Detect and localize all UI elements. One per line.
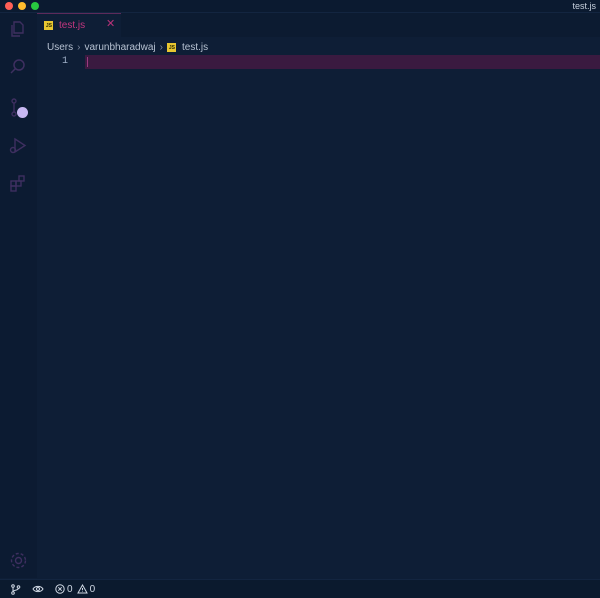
breadcrumb-item-users[interactable]: Users: [47, 42, 73, 53]
current-line-highlight: [85, 55, 600, 69]
explorer-icon[interactable]: [8, 19, 29, 40]
title-bar: test.js: [0, 0, 600, 13]
text-cursor: [87, 57, 88, 67]
editor-area[interactable]: 1: [37, 55, 600, 578]
tab-bar: JS test.js ✕: [37, 13, 600, 37]
chevron-right-icon: ›: [159, 41, 163, 53]
minimize-window-button[interactable]: [18, 2, 26, 10]
error-icon: [55, 584, 65, 594]
tab-label: test.js: [59, 20, 86, 31]
window-title: test.js: [572, 1, 596, 11]
run-debug-icon[interactable]: [8, 135, 29, 156]
extensions-icon[interactable]: [8, 173, 29, 194]
eye-icon: [32, 585, 44, 593]
git-branch-icon: [11, 583, 21, 595]
js-file-icon: JS: [44, 21, 53, 30]
close-tab-icon[interactable]: ✕: [106, 18, 115, 31]
activity-bar: [0, 13, 37, 578]
breadcrumb-item-folder[interactable]: varunbharadwaj: [84, 42, 155, 53]
search-icon[interactable]: [8, 57, 29, 78]
tab-test-js[interactable]: JS test.js ✕: [37, 13, 121, 37]
chevron-right-icon: ›: [77, 41, 81, 53]
vscode-window: test.js JS test.js ✕ Users › varunbharad…: [0, 0, 600, 598]
line-number: 1: [62, 56, 69, 67]
warning-icon: [76, 584, 88, 594]
error-count: 0: [67, 583, 73, 595]
js-file-icon: JS: [166, 42, 176, 52]
maximize-window-button[interactable]: [31, 2, 39, 10]
timer-badge-icon: [17, 107, 28, 118]
gear-icon[interactable]: [8, 550, 29, 571]
warning-count: 0: [89, 583, 96, 595]
breadcrumb-item-file[interactable]: test.js: [182, 42, 208, 53]
live-share-status[interactable]: [32, 580, 44, 598]
problems-status[interactable]: 0 0: [55, 580, 99, 598]
close-window-button[interactable]: [5, 2, 13, 10]
breadcrumb: Users › varunbharadwaj › JS test.js: [47, 40, 208, 54]
status-bar: 0 0: [0, 579, 600, 598]
source-control-status[interactable]: [10, 580, 21, 598]
